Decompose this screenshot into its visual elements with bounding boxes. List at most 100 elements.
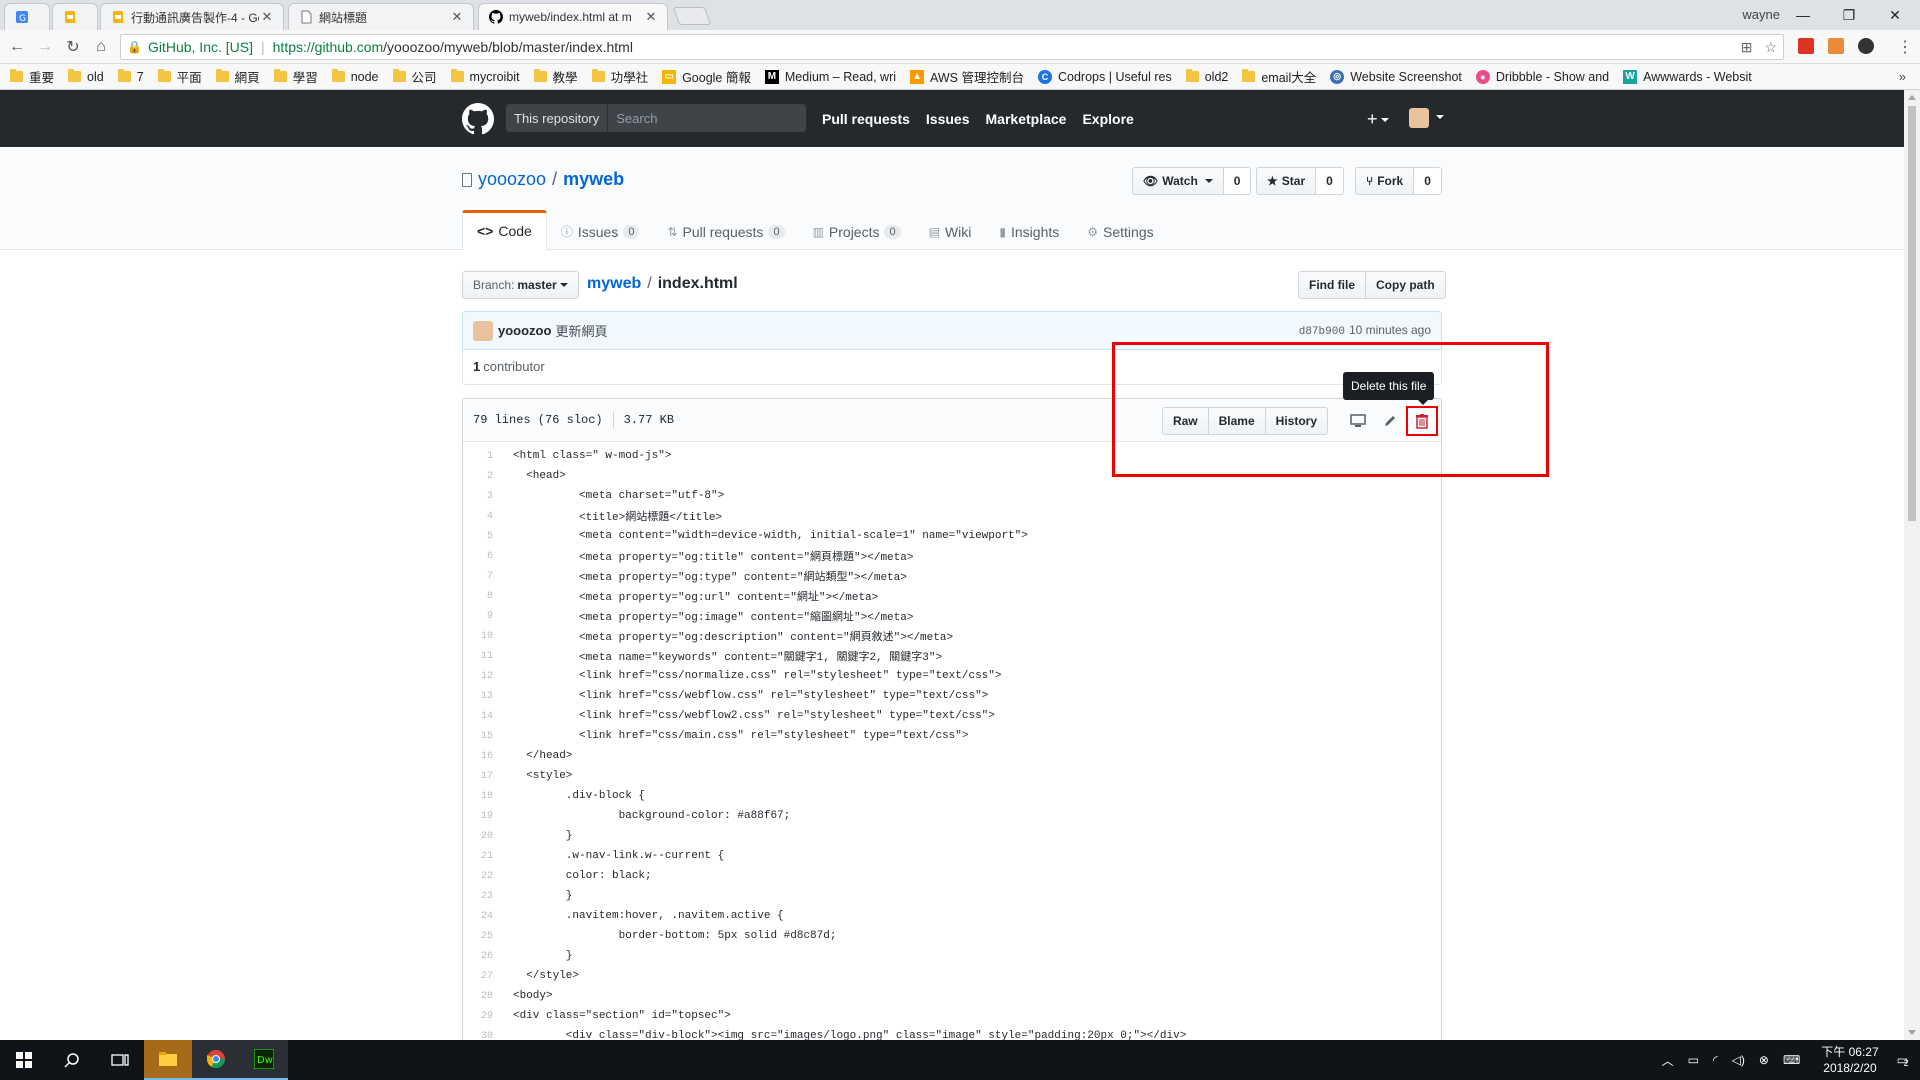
line-number[interactable]: 10	[463, 631, 503, 642]
line-number[interactable]: 3	[463, 491, 503, 502]
bookmark-item[interactable]: 網頁	[215, 67, 260, 86]
bookmark-item[interactable]: C Codrops | Useful res	[1038, 69, 1172, 84]
line-number[interactable]: 24	[463, 911, 503, 922]
close-tab-icon[interactable]: ✕	[259, 9, 275, 25]
find-file-button[interactable]: Find file	[1298, 271, 1366, 299]
scroll-down-icon[interactable]	[1908, 1030, 1916, 1035]
extension-icon[interactable]	[1828, 38, 1844, 54]
line-number[interactable]: 7	[463, 571, 503, 582]
branch-select-button[interactable]: Branch: master	[462, 271, 579, 299]
task-view-icon[interactable]	[96, 1040, 144, 1080]
new-tab-button[interactable]	[672, 7, 712, 25]
line-number[interactable]: 15	[463, 731, 503, 742]
bookmark-item[interactable]: 重要	[10, 67, 54, 86]
notification-icon[interactable]: ▭ 2	[1897, 1053, 1909, 1068]
line-number[interactable]: 1	[463, 451, 503, 462]
watch-button[interactable]: 👁 Watch	[1132, 167, 1224, 195]
line-number[interactable]: 16	[463, 751, 503, 762]
nav-pull-requests[interactable]: Pull requests	[822, 111, 910, 127]
commit-author[interactable]: yooozoo	[498, 323, 551, 338]
tray-app-icon[interactable]: ⊗	[1759, 1053, 1769, 1067]
forward-icon[interactable]: →	[34, 36, 56, 58]
line-number[interactable]: 21	[463, 851, 503, 862]
line-number[interactable]: 18	[463, 791, 503, 802]
taskbar-clock[interactable]: 下午 06:27 2018/2/20	[1821, 1044, 1878, 1076]
bookmark-item[interactable]: ● Dribbble - Show and	[1475, 69, 1609, 84]
line-number[interactable]: 25	[463, 931, 503, 942]
line-number[interactable]: 26	[463, 951, 503, 962]
commit-author-avatar[interactable]	[473, 320, 493, 341]
battery-icon[interactable]: ▭	[1688, 1053, 1699, 1067]
reload-icon[interactable]: ↻	[62, 36, 84, 58]
nav-issues[interactable]: Issues	[926, 111, 970, 127]
line-number[interactable]: 8	[463, 591, 503, 602]
line-number[interactable]: 17	[463, 771, 503, 782]
bookmark-item[interactable]: 公司	[392, 67, 437, 86]
avatar-caret-icon[interactable]	[1436, 115, 1444, 119]
line-number[interactable]: 6	[463, 551, 503, 562]
tray-expand-icon[interactable]: ︿	[1662, 1052, 1674, 1069]
browser-tab[interactable]: G	[4, 3, 50, 30]
tab-pull-requests[interactable]: ⇅ Pull requests 0	[653, 210, 798, 250]
dreamweaver-icon[interactable]: Dw	[240, 1040, 288, 1080]
bookmark-item[interactable]: ▭ Google 簡報	[662, 67, 751, 86]
bookmark-item[interactable]: 學習	[273, 67, 318, 86]
watch-count[interactable]: 0	[1223, 167, 1252, 195]
bookmark-item[interactable]: node	[331, 69, 379, 84]
bookmark-item[interactable]: old2	[1185, 69, 1228, 84]
line-number[interactable]: 23	[463, 891, 503, 902]
tab-issues[interactable]: ⓘ Issues 0	[547, 210, 654, 250]
chrome-icon[interactable]	[192, 1040, 240, 1080]
menu-icon[interactable]: ⋮	[1894, 36, 1916, 58]
bookmark-item[interactable]: old	[68, 69, 104, 84]
bookmark-item[interactable]: W Awwwards - Websit	[1623, 69, 1752, 84]
line-number[interactable]: 19	[463, 811, 503, 822]
minimize-icon[interactable]: —	[1780, 0, 1826, 30]
github-logo-icon[interactable]	[462, 103, 494, 135]
bookmark-item[interactable]: 教學	[533, 67, 578, 86]
repo-name-link[interactable]: myweb	[563, 169, 624, 190]
line-number[interactable]: 22	[463, 871, 503, 882]
repo-owner-link[interactable]: yooozoo	[478, 169, 546, 190]
bookmarks-overflow-icon[interactable]: »	[1899, 69, 1906, 84]
search-icon[interactable]	[48, 1040, 96, 1080]
line-number[interactable]: 28	[463, 991, 503, 1002]
fork-count[interactable]: 0	[1414, 167, 1442, 195]
keyboard-icon[interactable]: ⌨	[1783, 1053, 1800, 1067]
profile-name[interactable]: wayne	[1742, 7, 1780, 22]
close-tab-icon[interactable]: ✕	[643, 9, 659, 25]
fork-button[interactable]: ⑂ Fork	[1355, 167, 1415, 195]
line-number[interactable]: 12	[463, 671, 503, 682]
scroll-up-icon[interactable]	[1908, 95, 1916, 100]
file-explorer-icon[interactable]	[144, 1040, 192, 1080]
home-icon[interactable]: ⌂	[90, 36, 112, 58]
github-extension-icon[interactable]	[1858, 38, 1874, 54]
bookmark-item[interactable]: ◎ Website Screenshot	[1330, 69, 1462, 84]
line-number[interactable]: 14	[463, 711, 503, 722]
scrollbar-thumb[interactable]	[1908, 106, 1916, 521]
tab-code[interactable]: <> Code	[462, 210, 547, 250]
line-number[interactable]: 20	[463, 831, 503, 842]
star-count[interactable]: 0	[1316, 167, 1344, 195]
tab-settings[interactable]: ⚙ Settings	[1073, 210, 1167, 250]
tab-insights[interactable]: ▮ Insights	[985, 210, 1073, 250]
bookmark-item[interactable]: mycroibit	[450, 69, 520, 84]
address-bar[interactable]: 🔒 GitHub, Inc. [US] | https://github.com…	[120, 34, 1784, 60]
browser-tab[interactable]: 網站標題 ✕	[288, 3, 474, 30]
page-scrollbar[interactable]	[1904, 90, 1920, 1040]
avatar[interactable]	[1409, 108, 1429, 128]
header-search[interactable]: This repository Search	[506, 104, 806, 132]
create-new-icon[interactable]: +	[1367, 109, 1389, 130]
tab-projects[interactable]: ▥ Projects 0	[799, 210, 915, 250]
bookmark-item[interactable]: 平面	[157, 67, 202, 86]
commit-sha[interactable]: d87b900	[1299, 326, 1345, 338]
nav-explore[interactable]: Explore	[1082, 111, 1133, 127]
browser-tab[interactable]: 行動通訊廣告製作-4 - Go ✕	[100, 3, 284, 30]
search-input[interactable]: Search	[608, 104, 806, 132]
browser-tab-active[interactable]: myweb/index.html at m ✕	[478, 3, 668, 30]
bookmark-item[interactable]: email大全	[1242, 67, 1316, 86]
close-tab-icon[interactable]: ✕	[449, 9, 465, 25]
star-button[interactable]: ★ Star	[1256, 167, 1317, 195]
ev-certificate-label[interactable]: GitHub, Inc. [US]	[148, 39, 253, 55]
bookmark-star-icon[interactable]: ☆	[1764, 39, 1777, 56]
